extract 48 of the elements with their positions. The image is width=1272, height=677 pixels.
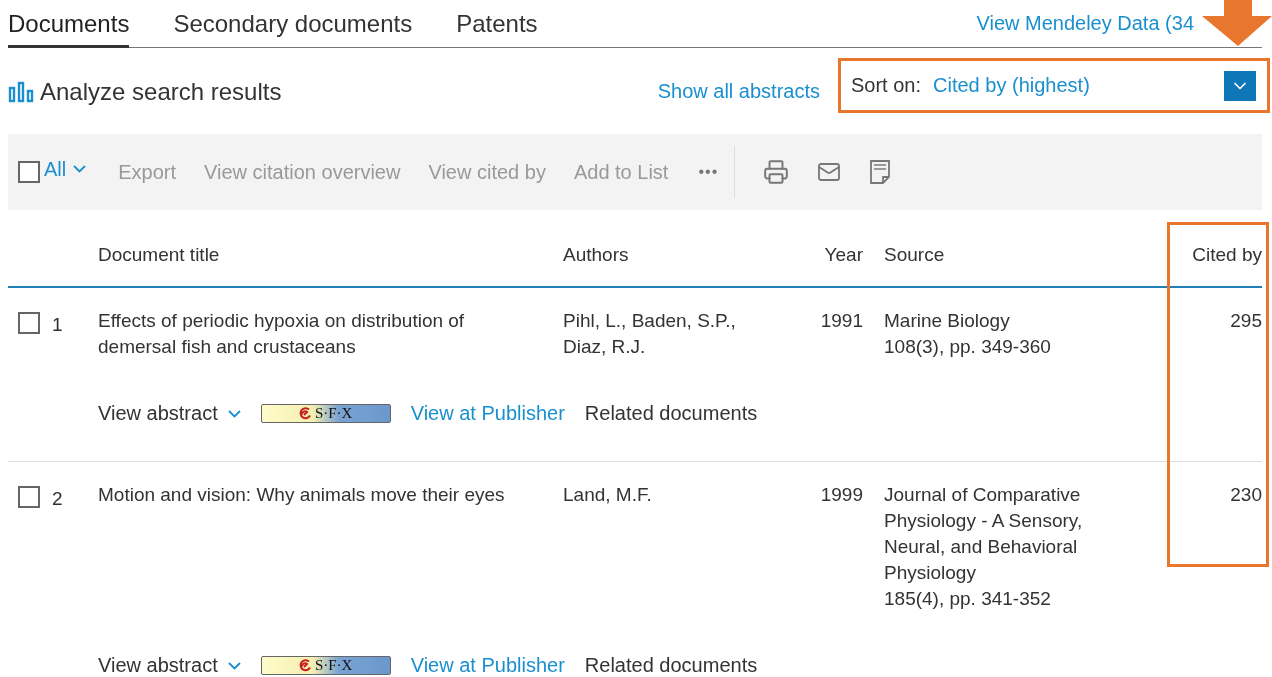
- row-checkbox[interactable]: [18, 312, 40, 334]
- tab[interactable]: Patents: [456, 10, 538, 48]
- view-abstract-toggle[interactable]: View abstract: [98, 654, 241, 677]
- row-number: 2: [52, 488, 63, 510]
- printer-icon: [763, 159, 790, 185]
- column-header: Document title: [98, 224, 563, 288]
- sort-value[interactable]: Cited by (highest): [933, 74, 1090, 97]
- more-button[interactable]: •••: [682, 163, 735, 181]
- authors: Pihl, L., Baden, S.P., Diaz, R.J.: [563, 309, 737, 359]
- cited-by-count: 230: [1230, 484, 1262, 505]
- chevron-icon: [227, 409, 241, 418]
- view-at-publisher-link[interactable]: View at Publisher: [410, 402, 565, 425]
- sort-dropdown-button[interactable]: [1224, 70, 1256, 101]
- tab[interactable]: Secondary documents: [173, 10, 413, 48]
- view-abstract-toggle[interactable]: View abstract: [98, 402, 241, 425]
- tab[interactable]: Documents: [8, 10, 130, 48]
- authors: Land, M.F.: [563, 483, 653, 507]
- sfx-button[interactable]: S·F·X: [260, 404, 391, 423]
- sfx-button[interactable]: S·F·X: [260, 656, 391, 675]
- source-detail: 185(4), pp. 341-352: [884, 587, 1052, 611]
- column-header: Cited by: [1150, 224, 1262, 288]
- sort-label: Sort on:: [851, 74, 922, 97]
- year: 1999: [820, 484, 863, 505]
- source-title: Marine Biology: [884, 309, 1011, 333]
- row-checkbox[interactable]: [18, 486, 40, 508]
- chevron-icon: [73, 165, 87, 173]
- select-all-checkbox[interactable]: [18, 161, 40, 183]
- year: 1991: [820, 310, 863, 331]
- column-header: Year: [803, 224, 863, 288]
- swirl-icon: [298, 407, 312, 420]
- swirl-icon: [298, 659, 312, 672]
- related-documents-link[interactable]: Related documents: [584, 402, 758, 425]
- show-all-abstracts-link[interactable]: Show all abstracts: [657, 80, 820, 103]
- source-detail: 108(3), pp. 349-360: [884, 335, 1052, 359]
- document-title[interactable]: Effects of periodic hypoxia on distribution of demersal fish and crustaceans: [98, 308, 533, 360]
- view-at-publisher-link[interactable]: View at Publisher: [410, 654, 565, 677]
- mendeley-link[interactable]: View Mendeley Data (34: [976, 12, 1194, 35]
- column-header: Source: [863, 224, 1150, 288]
- mail-icon: [817, 160, 842, 184]
- row-number: 1: [52, 314, 63, 336]
- cited-by-count: 295: [1230, 310, 1262, 331]
- bar-chart-icon: [8, 80, 34, 103]
- related-documents-link[interactable]: Related documents: [584, 654, 758, 677]
- source-title: Journal of Comparative Physiology - A Sensory, Neural, and Behavioral Physiology: [884, 483, 1084, 585]
- pdf-file-icon: [869, 159, 892, 185]
- document-title[interactable]: Motion and vision: Why animals move their eyes: [98, 482, 533, 508]
- chevron-icon: [227, 661, 241, 670]
- column-header: Authors: [563, 224, 803, 288]
